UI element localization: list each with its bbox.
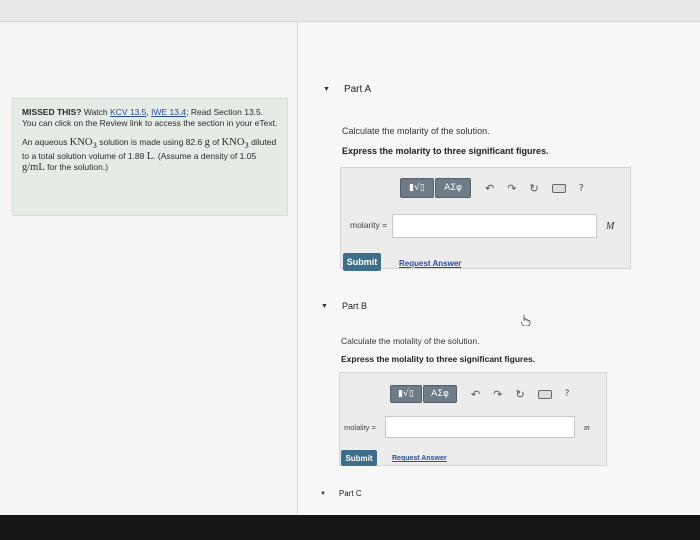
molality-label: molality = [344, 423, 376, 432]
part-b-title: Part B [341, 301, 367, 311]
part-a-request-answer-link[interactable]: Request Answer [399, 259, 461, 268]
molarity-label: molarity = [350, 220, 388, 230]
undo-icon[interactable]: ↶ [485, 182, 494, 195]
collapse-caret-icon[interactable]: ▼ [321, 303, 328, 310]
part-a-header[interactable]: ▼ Part A [323, 84, 371, 95]
part-a-prompt: Calculate the molarity of the solution. [342, 126, 490, 136]
molality-input[interactable] [385, 416, 575, 438]
part-b-answer-box: ▮√▯ ΑΣφ ↶ ↷ ↻ ? molality = m [339, 372, 607, 466]
iwe-link[interactable]: IWE 13.4 [151, 107, 186, 117]
bottom-bezel [0, 515, 700, 540]
problem-statement: An aqueous KNO3 solution is made using 8… [22, 137, 278, 173]
density-unit: g/mL [22, 162, 45, 174]
part-c-title: Part C [338, 489, 362, 498]
part-b-instruction: Express the molality to three significan… [341, 354, 536, 364]
left-pane: MISSED THIS? Watch KCV 13.5, IWE 13.4; R… [0, 22, 298, 515]
kcv-link[interactable]: KCV 13.5 [110, 107, 146, 117]
keyboard-icon[interactable] [537, 389, 552, 399]
part-b-submit-button[interactable]: Submit [341, 450, 377, 466]
templates-button[interactable]: ▮√▯ [400, 178, 434, 198]
kno3-formula-2: KNO3 [221, 137, 249, 150]
part-a-submit-button[interactable]: Submit [343, 253, 381, 271]
part-a-answer-box: ▮√▯ ΑΣφ ↶ ↷ ↻ ? molarity = M [340, 167, 631, 269]
collapse-caret-icon[interactable]: ▼ [323, 86, 330, 93]
part-b-header[interactable]: ▼ Part B [321, 301, 367, 311]
problem-text-5: . (Assume a density of 1.05 [153, 151, 257, 162]
greek-symbols-button[interactable]: ΑΣφ [423, 385, 457, 403]
part-b-prompt: Calculate the molality of the solution. [341, 336, 480, 346]
kno3-text-1: KNO [69, 137, 93, 148]
part-b-toolbar: ▮√▯ ΑΣφ ↶ ↷ ↻ ? [390, 385, 569, 403]
hand-pointer-icon [521, 315, 531, 326]
problem-text-1: An aqueous [22, 137, 70, 147]
molality-unit: m [584, 423, 590, 432]
keyboard-icon[interactable] [551, 183, 566, 193]
right-pane: ▼ Part A Calculate the molarity of the s… [299, 22, 700, 515]
part-b-request-answer-link[interactable]: Request Answer [392, 455, 447, 462]
problem-text-6: for the solution.) [44, 162, 109, 173]
collapse-caret-icon[interactable]: ▼ [320, 491, 326, 497]
review-text: MISSED THIS? Watch KCV 13.5, IWE 13.4; R… [22, 107, 278, 129]
missed-label: MISSED THIS? [22, 107, 82, 117]
part-a-title: Part A [343, 84, 372, 95]
help-icon[interactable]: ? [579, 183, 584, 194]
molarity-unit: M [606, 221, 615, 232]
reset-icon[interactable]: ↻ [515, 388, 524, 401]
help-icon[interactable]: ? [565, 389, 570, 399]
kno3-text-2: KNO [221, 137, 245, 148]
top-bar [0, 0, 700, 22]
undo-icon[interactable]: ↶ [471, 388, 480, 401]
problem-text-3: of [209, 137, 222, 147]
templates-button[interactable]: ▮√▯ [390, 385, 422, 403]
greek-symbols-button[interactable]: ΑΣφ [435, 178, 471, 198]
part-a-instruction: Express the molarity to three significan… [342, 146, 549, 156]
problem-text-2: solution is made using 82.6 [96, 137, 205, 147]
molarity-input[interactable] [392, 214, 597, 238]
screen: MISSED THIS? Watch KCV 13.5, IWE 13.4; R… [0, 0, 700, 515]
part-a-toolbar: ▮√▯ ΑΣφ ↶ ↷ ↻ ? [400, 178, 584, 198]
redo-icon[interactable]: ↷ [493, 388, 502, 401]
problem-info-box: MISSED THIS? Watch KCV 13.5, IWE 13.4; R… [12, 98, 288, 216]
kno3-formula-1: KNO3 [69, 137, 97, 150]
redo-icon[interactable]: ↷ [507, 182, 516, 195]
reset-icon[interactable]: ↻ [529, 182, 538, 195]
watch-text: Watch [81, 107, 111, 117]
part-c-header[interactable]: ▼ Part C [320, 489, 362, 498]
